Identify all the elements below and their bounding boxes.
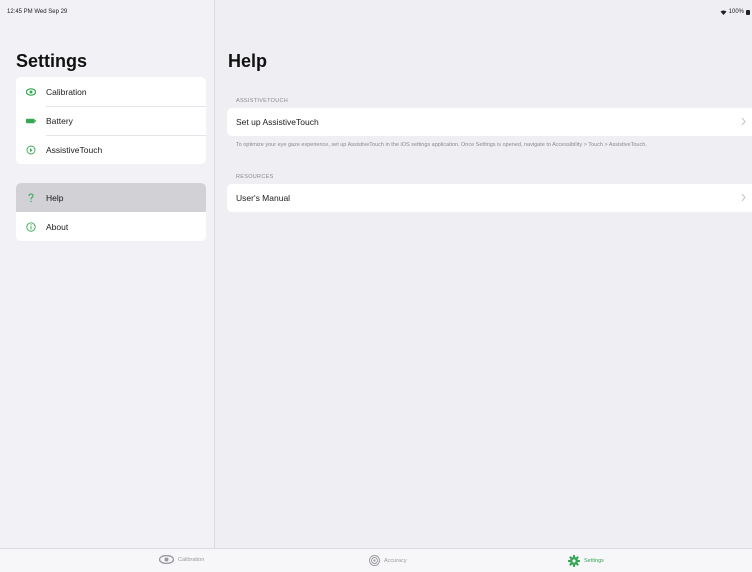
assistivetouch-icon [26,145,36,155]
status-time: 12:45 PM Wed Sep 29 [7,9,68,15]
gear-icon [568,555,580,567]
sidebar-item-battery[interactable]: Battery [16,106,206,135]
cell-label: Set up AssistiveTouch [236,117,319,127]
cell-label: User's Manual [236,193,291,203]
wifi-icon [720,10,727,15]
tab-settings[interactable]: Settings [568,555,604,567]
section-footer-note: To optimize your eye gaze experience, se… [236,142,647,148]
sidebar-item-label: AssistiveTouch [46,144,103,155]
tab-accuracy[interactable]: Accuracy [369,555,407,566]
chevron-right-icon [741,117,746,126]
battery-icon [26,116,36,126]
target-icon [369,555,380,566]
battery-percent: 100% [728,9,744,15]
tab-bar: Calibration Accuracy Settings [0,548,752,572]
eye-icon [159,555,174,564]
tab-label: Calibration [178,556,205,563]
eye-icon [26,87,36,97]
tab-label: Settings [584,558,604,564]
sidebar-title: Settings [16,51,88,71]
detail-pane [215,0,752,548]
sidebar-item-label: About [46,221,69,232]
users-manual-cell[interactable]: User's Manual [227,184,752,212]
section-header-assistivetouch: ASSISTIVETOUCH [236,98,289,104]
sidebar-item-help[interactable]: Help [16,183,206,212]
chevron-right-icon [741,193,746,202]
tab-label: Accuracy [384,557,407,564]
sidebar-group-info: Help About [16,183,206,241]
sidebar-item-label: Battery [46,115,73,126]
sidebar-item-calibration[interactable]: Calibration [16,77,206,106]
status-bar: 12:45 PM Wed Sep 29 100% [0,0,752,24]
section-header-resources: RESOURCES [236,174,274,180]
question-icon [26,192,36,203]
sidebar-item-label: Calibration [46,86,87,97]
sidebar-group-main: Calibration Battery AssistiveTouch [16,77,206,164]
sidebar-item-about[interactable]: About [16,212,206,241]
status-right: 100% [720,9,750,15]
info-icon [26,221,36,232]
battery-status-icon [746,9,750,15]
sidebar-item-assistivetouch[interactable]: AssistiveTouch [16,135,206,164]
tab-calibration[interactable]: Calibration [159,555,204,564]
sidebar-item-label: Help [46,192,64,203]
setup-assistivetouch-cell[interactable]: Set up AssistiveTouch [227,108,752,136]
page-title: Help [228,51,268,71]
